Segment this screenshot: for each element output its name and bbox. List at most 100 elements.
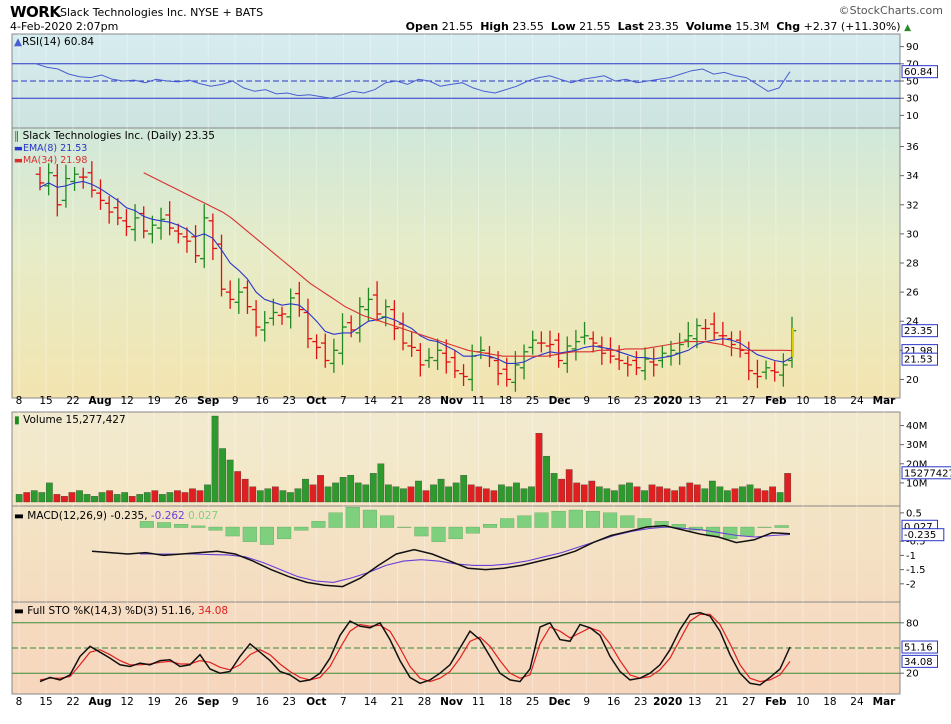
price-tick-label: 20 xyxy=(906,375,919,386)
macd-histogram-bar xyxy=(362,509,377,528)
volume-bar xyxy=(279,490,287,503)
macd-tick-label: -1 xyxy=(906,551,916,562)
volume-bar xyxy=(535,433,543,503)
price-tick-label: 34 xyxy=(906,171,919,182)
macd-legend-main: MACD(12,26,9) -0.235, xyxy=(27,510,148,522)
volume-bar xyxy=(377,463,385,503)
volume-bar xyxy=(761,490,769,503)
macd-histogram-bar xyxy=(568,509,583,528)
volume-bar xyxy=(392,486,400,503)
sto-tick-label: 20 xyxy=(906,669,919,680)
x-axis-label-top: 28 xyxy=(418,395,431,407)
x-axis-label-bottom: 8 xyxy=(16,696,23,708)
macd-histogram-bar xyxy=(603,512,618,528)
volume-bar xyxy=(151,490,159,503)
x-axis-label-top: 27 xyxy=(742,395,755,407)
macd-histogram-bar xyxy=(311,521,326,528)
sto-swatch-icon: ▬ xyxy=(14,605,24,617)
rsi-tick-label: 10 xyxy=(906,111,919,122)
volume-bar xyxy=(784,473,792,503)
x-axis-label-top: 23 xyxy=(283,395,296,407)
volume-tick-label: 10M xyxy=(906,478,927,489)
macd-histogram-bar xyxy=(380,515,395,528)
volume-bar xyxy=(543,455,550,503)
price-tick-label: 30 xyxy=(906,229,919,240)
macd-histogram-bar xyxy=(723,526,738,540)
ema-legend-text: EMA(8) 21.53 xyxy=(22,143,88,154)
volume-tick-label: 40M xyxy=(906,421,927,432)
candle-icon: ‖ xyxy=(14,130,20,142)
volume-bar xyxy=(498,484,505,503)
x-axis-label-bottom: Nov xyxy=(440,696,463,708)
x-axis-label-bottom: Feb xyxy=(765,696,787,708)
volume-bar xyxy=(324,486,332,503)
macd-histogram-bar xyxy=(431,526,446,542)
volume-legend-text: Volume 15,277,427 xyxy=(23,414,126,426)
x-axis-label-top: 9 xyxy=(232,395,239,407)
volume-bar xyxy=(332,482,339,503)
macd-histogram-bar xyxy=(294,526,309,531)
ma-legend: ▬MA(34) 21.98 xyxy=(14,155,87,166)
x-axis-label-bottom: 16 xyxy=(607,696,621,708)
sto-tick-label: 80 xyxy=(906,618,919,629)
x-axis-label-top: Dec xyxy=(549,395,571,407)
ma-swatch-icon: ▬ xyxy=(14,155,23,166)
volume-bar xyxy=(437,478,445,503)
volume-bar xyxy=(369,473,377,503)
x-axis-label-top: 16 xyxy=(607,395,621,407)
x-axis-label-top: 26 xyxy=(175,395,189,407)
volume-bar xyxy=(678,486,686,503)
x-axis-label-top: Oct xyxy=(306,395,326,407)
volume-bar xyxy=(708,480,716,503)
x-axis-label-bottom: 21 xyxy=(391,696,404,708)
volume-icon: ▮ xyxy=(14,414,20,426)
volume-bar xyxy=(347,475,355,503)
x-axis-label-top: 19 xyxy=(147,395,160,407)
macd-histogram-bar xyxy=(397,526,412,528)
macd-histogram-bar xyxy=(259,526,274,545)
price-tick-label: 32 xyxy=(906,200,919,211)
macd-histogram-bar xyxy=(585,510,600,528)
x-axis-label-top: 7 xyxy=(340,395,347,407)
volume-bar xyxy=(241,478,249,503)
volume-bar xyxy=(83,494,91,503)
volume-bar xyxy=(663,488,671,503)
volume-bar xyxy=(166,492,174,503)
volume-bar xyxy=(23,492,31,503)
volume-bar xyxy=(701,488,709,503)
macd-histogram-bar xyxy=(208,526,223,531)
x-axis-label-bottom: Sep xyxy=(197,696,220,708)
macd-histogram-bar xyxy=(157,522,172,528)
volume-bar xyxy=(520,488,528,503)
x-axis-label-top: 21 xyxy=(391,395,404,407)
x-axis-label-bottom: 19 xyxy=(147,696,160,708)
x-axis-label-bottom: Mar xyxy=(873,696,897,708)
rsi-last-value: 60.84 xyxy=(904,67,933,78)
x-axis-label-bottom: 22 xyxy=(66,696,79,708)
volume-bar xyxy=(61,496,68,503)
rsi-legend-text: RSI(14) 60.84 xyxy=(22,36,95,48)
x-axis-label-top: Aug xyxy=(89,395,112,407)
macd-histogram-bar xyxy=(139,521,154,528)
price-tick-label: 36 xyxy=(906,142,919,153)
x-axis-label-bottom: 23 xyxy=(634,696,647,708)
x-axis-label-bottom: 26 xyxy=(175,696,189,708)
volume-bar xyxy=(558,478,566,503)
volume-bar xyxy=(196,490,204,503)
volume-bar xyxy=(565,469,573,503)
macd-histogram-bar xyxy=(774,525,789,528)
volume-bar xyxy=(626,482,633,503)
volume-bar xyxy=(53,494,61,503)
volume-bar xyxy=(490,490,498,503)
volume-bar xyxy=(362,484,370,503)
volume-bar xyxy=(460,475,468,503)
volume-tick-label: 30M xyxy=(906,440,927,451)
x-axis-label-bottom: 25 xyxy=(526,696,539,708)
macd-histogram-bar xyxy=(551,510,566,528)
x-axis-label-bottom: 14 xyxy=(364,696,378,708)
macd-histogram-bar xyxy=(328,512,343,528)
volume-bar xyxy=(415,480,422,503)
volume-bar xyxy=(618,484,626,503)
x-axis-label-top: 18 xyxy=(499,395,512,407)
macd-histogram-bar xyxy=(191,525,206,528)
